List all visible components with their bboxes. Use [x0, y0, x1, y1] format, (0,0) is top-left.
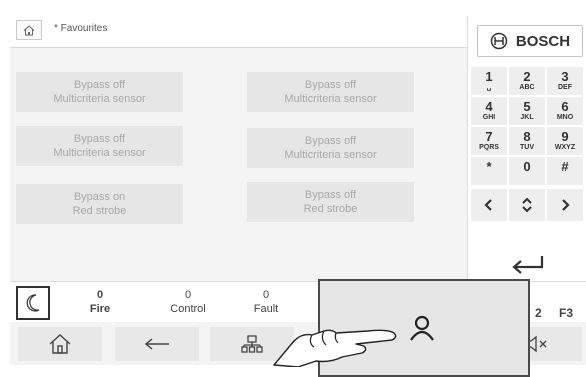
function-button-3[interactable]: Bypass off Multicriteria sensor [16, 126, 183, 166]
key-number: 7 [485, 129, 493, 144]
key-number: 6 [561, 99, 569, 114]
key-number: 4 [485, 99, 493, 114]
function-line2: Red strobe [303, 203, 358, 215]
function-line1: Bypass off [73, 133, 126, 145]
key-1[interactable]: 1 ␣ [470, 66, 508, 96]
key-letters: GHI [482, 114, 496, 121]
function-button-6[interactable]: Bypass off Red strobe [247, 182, 414, 222]
key-3[interactable]: 3 DEF [546, 66, 584, 96]
fault-label: Fault [253, 303, 279, 315]
key-letters: JKL [520, 114, 534, 121]
fire-counter[interactable]: 0 Fire [60, 288, 140, 316]
key-letters: ABC [519, 84, 535, 91]
key-number: * [486, 159, 492, 174]
enter-icon [511, 256, 543, 274]
control-count: 0 [184, 289, 192, 301]
keypad-panel: BOSCH 1 ␣ 2 ABC 3 DEF 4 GHI 5 JKL 6 MNO 7 PQRS … [467, 17, 586, 281]
key-star[interactable]: * [470, 156, 508, 186]
fire-label: Fire [89, 303, 111, 315]
function-line1: Bypass on [73, 191, 126, 203]
favourites-label: * Favourites [54, 23, 108, 34]
key-number: 0 [523, 159, 531, 174]
key-letters: DEF [558, 84, 572, 91]
home-button[interactable] [18, 327, 102, 361]
key-6[interactable]: 6 MNO [546, 96, 584, 126]
night-mode-button[interactable] [16, 286, 50, 320]
function-button-5[interactable]: Bypass on Red strobe [16, 184, 183, 224]
enter-button[interactable] [468, 249, 586, 281]
key-9[interactable]: 9 WXYZ [546, 126, 584, 156]
f2-key[interactable]: 2 [535, 306, 542, 320]
key-letters: WXYZ [554, 144, 576, 151]
panel-screen: * Favourites Bypass off Multicriteria se… [10, 17, 586, 377]
key-letters: TUV [520, 144, 534, 151]
key-8[interactable]: 8 TUV [508, 126, 546, 156]
arrow-left-icon [144, 338, 169, 350]
chevron-up-down-icon [522, 197, 532, 213]
key-letters: PQRS [479, 144, 499, 151]
home-icon [23, 24, 35, 35]
function-line2: Multicriteria sensor [284, 149, 377, 161]
key-2[interactable]: 2 ABC [508, 66, 546, 96]
bosch-logo: BOSCH [477, 25, 583, 57]
function-line2: Multicriteria sensor [284, 93, 377, 105]
key-number: 8 [523, 129, 531, 144]
key-0[interactable]: 0 [508, 156, 546, 186]
key-number: 9 [561, 129, 569, 144]
key-hash[interactable]: # [546, 156, 584, 186]
back-button[interactable] [115, 327, 199, 361]
key-number: 2 [523, 69, 531, 84]
tap-hand-icon [273, 329, 397, 367]
key-letters: MNO [556, 114, 574, 121]
home-tab-button[interactable] [16, 20, 42, 40]
key-number: 3 [561, 69, 569, 84]
bosch-armature-icon [490, 32, 508, 50]
up-down-button[interactable] [508, 188, 546, 222]
key-letters: ␣ [486, 84, 492, 91]
arrow-right-button[interactable] [546, 188, 584, 222]
function-line1: Bypass off [304, 189, 357, 201]
control-counter[interactable]: 0 Control [148, 288, 228, 316]
moon-icon [26, 294, 40, 312]
function-line1: Bypass off [73, 79, 126, 91]
function-line2: Red strobe [72, 205, 127, 217]
arrow-left-button[interactable] [470, 188, 508, 222]
function-button-4[interactable]: Bypass off Multicriteria sensor [247, 128, 414, 168]
key-number: # [561, 159, 569, 174]
key-5[interactable]: 5 JKL [508, 96, 546, 126]
function-button-2[interactable]: Bypass off Multicriteria sensor [247, 72, 414, 112]
hierarchy-icon [241, 335, 263, 353]
brand-name: BOSCH [515, 32, 571, 50]
function-button-1[interactable]: Bypass off Multicriteria sensor [16, 72, 183, 112]
fault-count: 0 [262, 289, 270, 301]
f3-key[interactable]: F3 [559, 306, 573, 320]
key-4[interactable]: 4 GHI [470, 96, 508, 126]
home-icon [49, 334, 71, 354]
function-line1: Bypass off [304, 79, 357, 91]
fault-counter[interactable]: 0 Fault [226, 288, 306, 316]
chevron-right-icon [562, 199, 570, 211]
key-number: 1 [485, 69, 493, 84]
function-line1: Bypass off [304, 135, 357, 147]
fire-count: 0 [96, 289, 104, 301]
control-label: Control [170, 303, 206, 315]
user-icon [410, 315, 434, 341]
function-line2: Multicriteria sensor [53, 93, 146, 105]
header-bar: * Favourites [10, 17, 467, 48]
key-number: 5 [523, 99, 531, 114]
function-line2: Multicriteria sensor [53, 147, 146, 159]
chevron-left-icon [484, 199, 492, 211]
key-7[interactable]: 7 PQRS [470, 126, 508, 156]
